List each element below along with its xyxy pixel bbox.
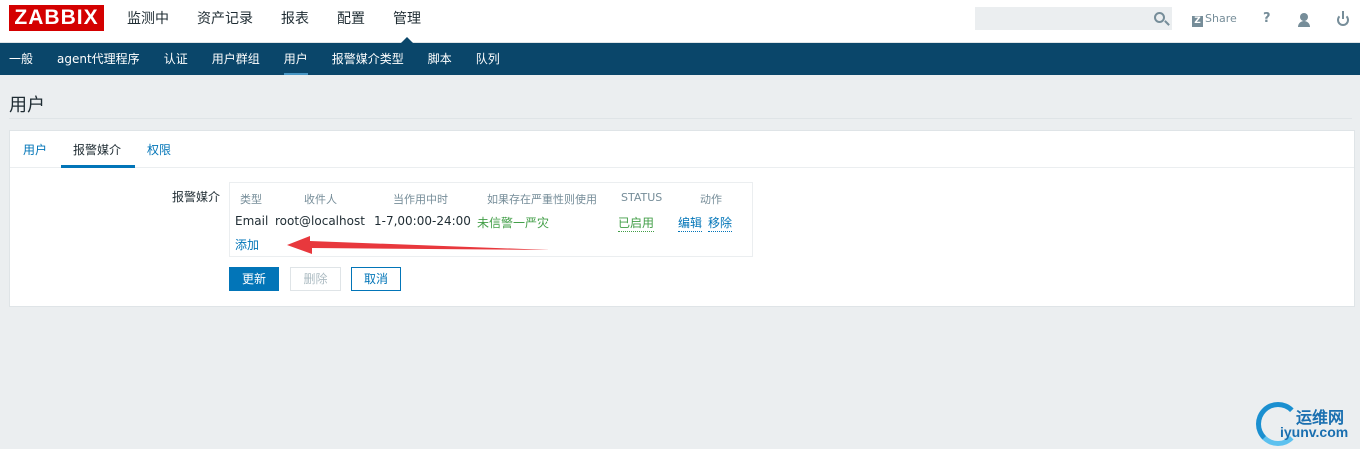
column-header-recipient: 收件人: [304, 193, 337, 206]
user-icon-body: [1298, 21, 1310, 27]
form-tabs: 用户 报警媒介 权限: [10, 131, 1354, 168]
add-media-link[interactable]: 添加: [235, 236, 259, 253]
tab-user[interactable]: 用户: [23, 141, 47, 158]
main-nav-item-administration[interactable]: 管理: [379, 0, 435, 44]
user-profile-icon[interactable]: [1297, 9, 1311, 29]
column-header-action: 动作: [700, 193, 722, 206]
search-box: [975, 7, 1172, 30]
power-icon-line: [1342, 11, 1344, 19]
media-when-active-cell: 1-7,00:00-24:00: [374, 214, 471, 228]
sub-nav-item-users[interactable]: 用户: [272, 43, 320, 75]
media-remove-link[interactable]: 移除: [708, 214, 733, 232]
tab-media[interactable]: 报警媒介: [73, 141, 121, 158]
main-nav-item-reports[interactable]: 报表: [267, 0, 323, 43]
sub-nav-item-authentication[interactable]: 认证: [152, 43, 200, 75]
delete-button: 删除: [290, 267, 341, 291]
media-severity-cell: 未信警一严灾: [477, 216, 550, 230]
column-header-status: STATUS: [621, 191, 663, 204]
help-button[interactable]: ?: [1263, 9, 1271, 29]
sub-nav-item-queue[interactable]: 队列: [464, 43, 512, 75]
sub-nav-item-user-groups[interactable]: 用户群组: [200, 43, 272, 75]
sub-nav-item-scripts[interactable]: 脚本: [416, 43, 464, 75]
media-type-cell: Email: [235, 214, 269, 228]
active-tab-indicator: [61, 165, 135, 168]
main-nav-item-configuration[interactable]: 配置: [323, 0, 379, 43]
iyunv-watermark: 运维网 iyunv.com: [1256, 400, 1360, 449]
share-z-icon: Z: [1192, 16, 1203, 27]
media-recipient-cell: root@localhost: [275, 214, 365, 228]
sub-nav: 一般 agent代理程序 认证 用户群组 用户 报警媒介类型 脚本 队列: [0, 43, 1360, 75]
sub-nav-item-general[interactable]: 一般: [0, 43, 45, 75]
title-divider: [9, 118, 1352, 119]
cancel-button[interactable]: 取消: [351, 267, 401, 291]
user-form-card: 用户 报警媒介 权限 报警媒介 类型 收件人 当作用中时 如果存在严重性则使用 …: [9, 130, 1355, 307]
update-button[interactable]: 更新: [229, 267, 279, 291]
share-button[interactable]: Z Share: [1192, 9, 1237, 29]
search-input[interactable]: [976, 8, 1146, 29]
top-header: ZABBIX 监测中 资产记录 报表 配置 管理 Z Share ?: [0, 0, 1360, 44]
user-icon-head: [1300, 13, 1308, 21]
logout-power-icon[interactable]: [1336, 9, 1350, 29]
media-edit-link[interactable]: 编辑: [678, 214, 703, 232]
search-icon[interactable]: [1154, 12, 1165, 23]
share-label: Share: [1205, 12, 1237, 25]
main-nav-item-monitoring[interactable]: 监测中: [113, 0, 183, 43]
media-field-label: 报警媒介: [171, 190, 220, 204]
main-nav-item-inventory[interactable]: 资产记录: [183, 0, 267, 43]
sub-nav-item-media-types[interactable]: 报警媒介类型: [320, 43, 416, 75]
main-nav: 监测中 资产记录 报表 配置 管理: [113, 0, 435, 44]
media-table: 类型 收件人 当作用中时 如果存在严重性则使用 STATUS 动作 Email …: [229, 182, 753, 257]
column-header-when-active: 当作用中时: [393, 193, 448, 206]
media-status-link[interactable]: 已启用: [618, 214, 655, 232]
column-header-severity: 如果存在严重性则使用: [487, 193, 597, 206]
page-title: 用户: [9, 95, 45, 116]
zabbix-logo[interactable]: ZABBIX: [9, 5, 104, 31]
column-header-type: 类型: [240, 193, 262, 206]
tab-permissions[interactable]: 权限: [147, 141, 171, 158]
watermark-en-text: iyunv.com: [1280, 424, 1349, 440]
sub-nav-item-proxies[interactable]: agent代理程序: [45, 43, 152, 75]
